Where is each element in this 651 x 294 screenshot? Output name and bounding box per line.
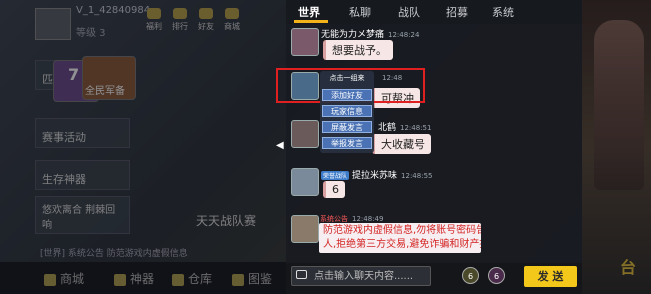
system-notice-text: 防范游戏内虚假信息,勿将账号密码告知他 人,拒绝第三方交易,避免诈骗和财产损失 [319,223,481,253]
message-bubble: 想要战予。 [323,40,393,60]
player-action-popup: 点击一组来 添加好友 玩家信息 屏蔽发言 举报发言 [320,71,374,153]
send-button[interactable]: 发 送 [524,266,577,287]
active-tab-indicator [294,20,328,23]
message-avatar[interactable] [291,28,319,56]
sticker-pack-icon[interactable]: 6 [488,267,505,284]
block-message-button[interactable]: 屏蔽发言 [322,121,372,133]
report-message-button[interactable]: 举报发言 [322,137,372,149]
message-bubble: 大收藏号 [372,134,431,154]
tab-recruit[interactable]: 招募 [446,4,468,20]
message-sender: 无能为力メ梦痛 12:48:24 [321,30,420,40]
message-avatar[interactable] [291,168,319,196]
message-sender: 北鹤 12:48:51 [378,123,432,133]
player-info-button[interactable]: 玩家信息 [322,105,372,117]
emoji-pack-icon[interactable]: 6 [462,267,479,284]
tab-team[interactable]: 战队 [398,4,420,20]
collapse-arrow-icon[interactable]: ◀ [276,140,284,154]
tab-private[interactable]: 私聊 [349,4,371,20]
chat-input[interactable]: 点击输入聊天内容...... [291,266,431,286]
popup-header: 点击一组来 [329,74,365,82]
chat-bubble-icon [296,270,307,279]
tab-world[interactable]: 世界 [298,4,320,20]
add-friend-button[interactable]: 添加好友 [322,89,372,101]
message-bubble: 6 [323,181,345,198]
chat-tabs: 世界 私聊 战队 招募 系统 [286,0,582,24]
message-avatar[interactable] [291,120,319,148]
message-sender: 荣誉战队 提拉米苏味 12:48:55 [321,171,433,181]
tab-system[interactable]: 系统 [492,4,514,20]
system-avatar [291,215,319,243]
